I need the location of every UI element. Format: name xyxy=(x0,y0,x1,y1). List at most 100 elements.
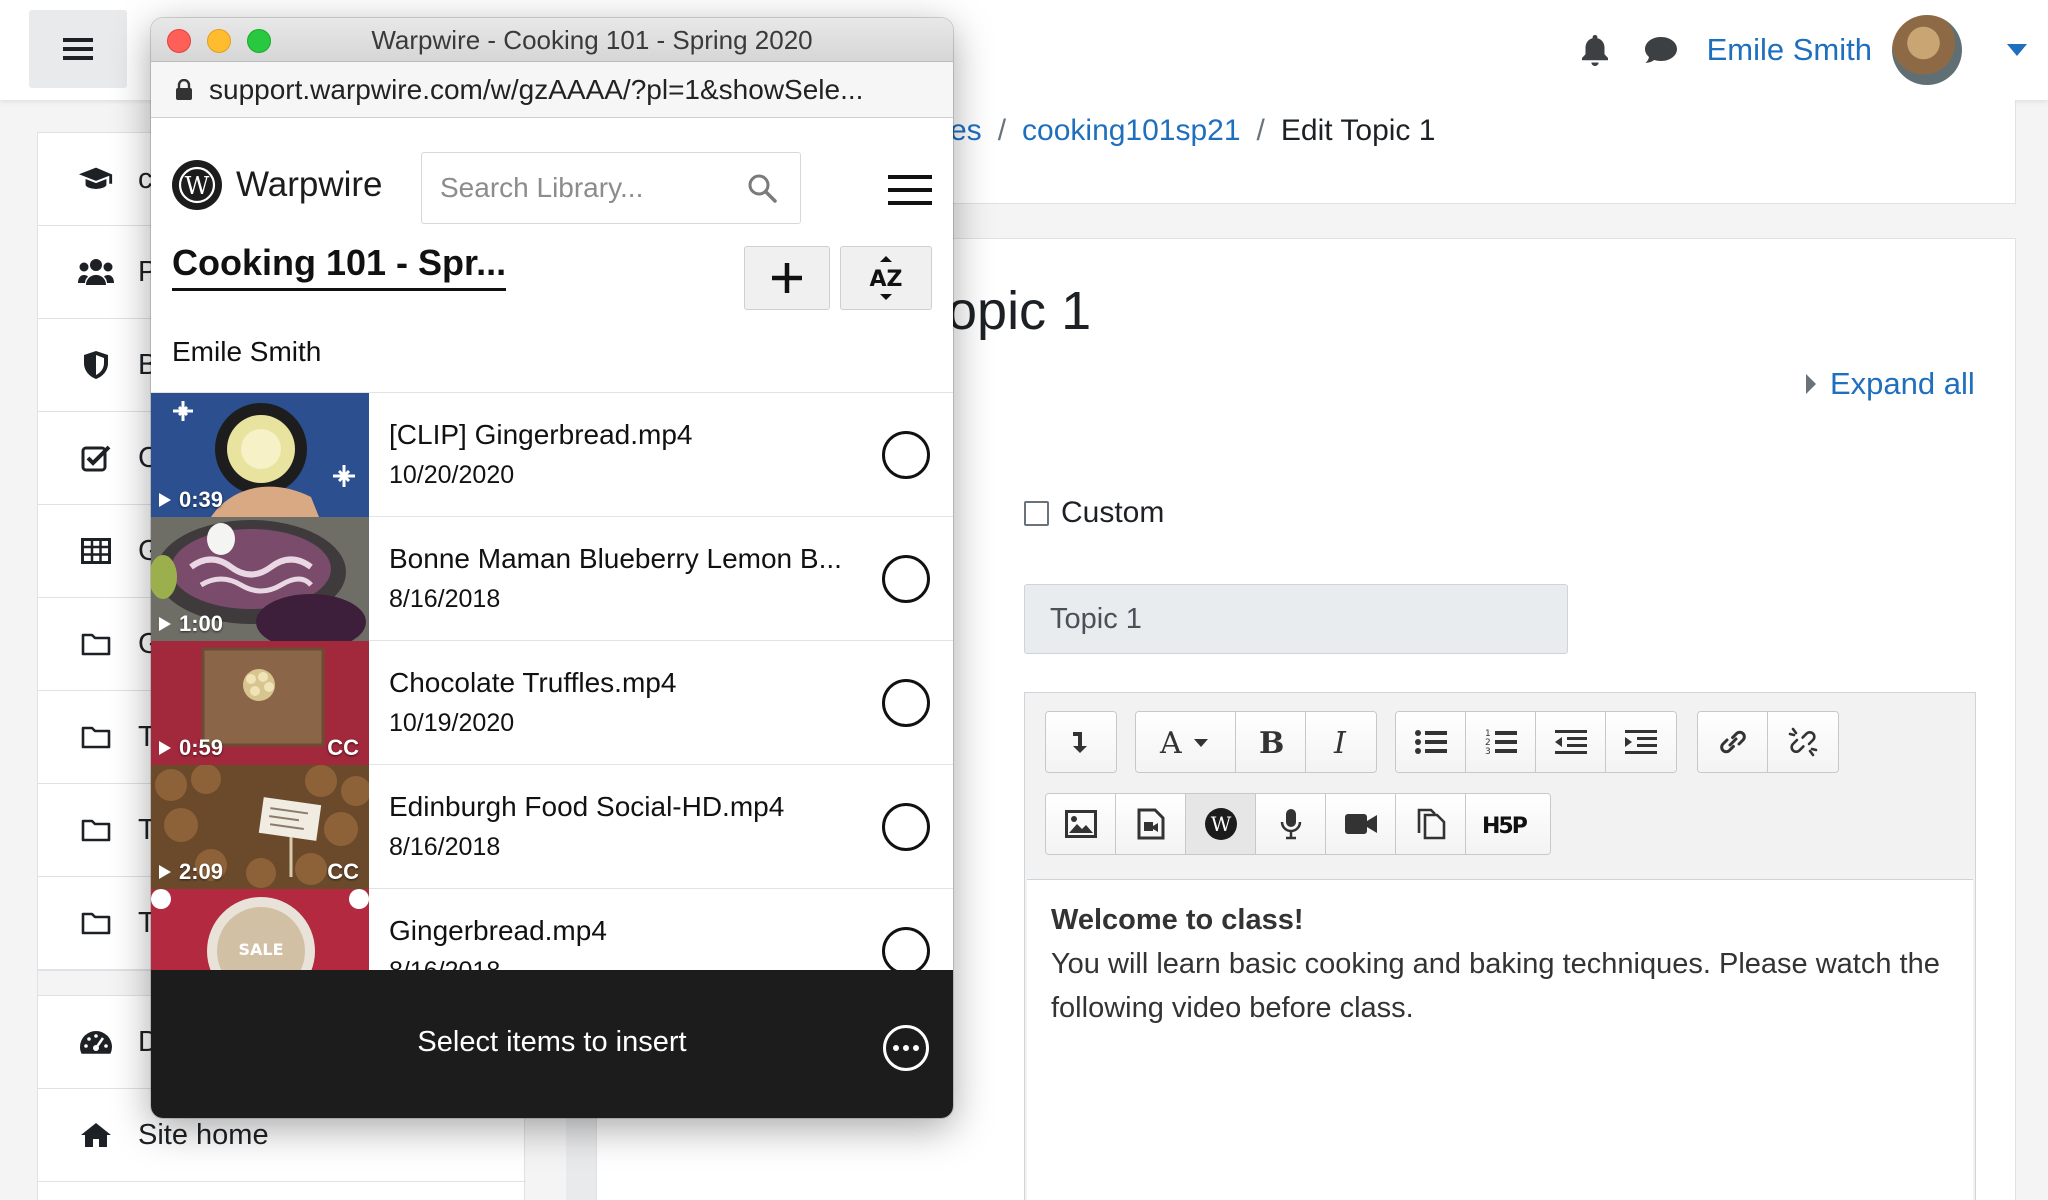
select-radio[interactable] xyxy=(882,927,930,975)
warpwire-button[interactable]: W xyxy=(1186,794,1256,854)
user-name[interactable]: Emile Smith xyxy=(1707,32,1872,68)
library-search-input[interactable] xyxy=(440,172,740,204)
svg-text:A: A xyxy=(1159,727,1182,757)
media-thumbnail[interactable]: 1:00 xyxy=(151,517,369,641)
users-icon xyxy=(78,259,114,285)
folder-icon xyxy=(81,912,111,935)
select-radio[interactable] xyxy=(882,803,930,851)
image-icon xyxy=(1064,810,1097,838)
bold-button[interactable]: B xyxy=(1236,712,1306,772)
indent-button[interactable] xyxy=(1606,712,1676,772)
chat-icon[interactable] xyxy=(1643,35,1679,65)
library-owner: Emile Smith xyxy=(172,336,322,367)
insert-media-button[interactable] xyxy=(1116,794,1186,854)
media-item[interactable]: 1:00 Bonne Maman Blueberry Lemon B... 8/… xyxy=(151,517,953,641)
italic-icon: I xyxy=(1333,727,1347,757)
add-media-button[interactable] xyxy=(744,246,830,310)
microphone-icon xyxy=(1280,809,1301,840)
warpwire-icon: W xyxy=(1204,808,1237,840)
warpwire-popup-window: Warpwire - Cooking 101 - Spring 2020 sup… xyxy=(151,18,953,1118)
ordered-list-button[interactable]: 123 xyxy=(1466,712,1536,772)
thumbnail-image: SALE xyxy=(151,889,369,982)
media-thumbnail[interactable]: 0:59 CC xyxy=(151,641,369,765)
link-button[interactable] xyxy=(1698,712,1768,772)
library-title[interactable]: Cooking 101 - Spr... xyxy=(172,242,507,291)
bullet-list-icon xyxy=(1414,730,1447,754)
editor-content[interactable]: Welcome to class! You will learn basic c… xyxy=(1027,879,1973,1200)
font-style-icon: A xyxy=(1159,727,1208,757)
warpwire-logo[interactable]: W Warpwire xyxy=(172,160,383,210)
outdent-button[interactable] xyxy=(1536,712,1606,772)
duration-text: 0:39 xyxy=(179,487,224,512)
duration-text: 0:59 xyxy=(179,735,224,760)
media-name: Bonne Maman Blueberry Lemon B... xyxy=(389,543,842,574)
svg-text:H5P: H5P xyxy=(1482,814,1528,836)
nav-drawer-toggle-button[interactable] xyxy=(29,10,127,88)
custom-checkbox-row: Custom xyxy=(1024,496,1164,530)
svg-text:3: 3 xyxy=(1485,747,1491,756)
editor-heading: Welcome to class! xyxy=(1051,904,1304,936)
lock-icon xyxy=(176,78,192,100)
custom-label: Custom xyxy=(1061,496,1165,529)
unlink-button[interactable] xyxy=(1768,712,1838,772)
breadcrumb-partial-link[interactable]: es xyxy=(950,114,982,148)
select-radio[interactable] xyxy=(882,431,930,479)
popup-menu-button[interactable] xyxy=(888,174,932,206)
breadcrumb-separator: / xyxy=(1256,114,1265,147)
bell-icon[interactable] xyxy=(1579,33,1611,67)
table-icon xyxy=(81,538,111,564)
chevron-down-icon[interactable] xyxy=(2006,43,2028,57)
media-thumbnail[interactable]: 0:39 xyxy=(151,393,369,517)
shield-icon xyxy=(84,351,108,379)
closed-captions-badge: CC xyxy=(327,859,359,884)
search-icon[interactable] xyxy=(746,172,778,204)
url-bar[interactable]: support.warpwire.com/w/gzAAAA/?pl=1&show… xyxy=(151,62,953,118)
h5p-button[interactable]: H5P xyxy=(1466,794,1550,854)
manage-files-button[interactable] xyxy=(1396,794,1466,854)
duration-text: 2:09 xyxy=(179,859,224,884)
play-icon xyxy=(159,617,171,631)
insert-image-button[interactable] xyxy=(1046,794,1116,854)
media-item[interactable]: 0:59 CC Chocolate Truffles.mp4 10/19/202… xyxy=(151,641,953,765)
play-icon xyxy=(159,865,171,879)
select-radio[interactable] xyxy=(882,555,930,603)
folder-icon xyxy=(81,633,111,656)
svg-text:W: W xyxy=(185,172,210,200)
link-icon xyxy=(1719,730,1746,754)
svg-text:W: W xyxy=(1210,812,1231,836)
media-thumbnail[interactable]: SALE xyxy=(151,889,369,982)
expand-all-label: Expand all xyxy=(1830,366,1975,401)
expand-all-link[interactable]: Expand all xyxy=(1804,366,1975,402)
more-options-button[interactable] xyxy=(883,1025,929,1071)
show-more-buttons[interactable] xyxy=(1046,712,1116,772)
url-text: support.warpwire.com/w/gzAAAA/?pl=1&show… xyxy=(209,73,864,105)
atto-editor: A B I 123 W H5P Welcome to class! You wi… xyxy=(1024,692,1976,1200)
media-item[interactable]: 2:09 CC Edinburgh Food Social-HD.mp4 8/1… xyxy=(151,765,953,889)
unordered-list-button[interactable] xyxy=(1396,712,1466,772)
select-radio[interactable] xyxy=(882,679,930,727)
breadcrumb: es / cooking101sp21 / Edit Topic 1 xyxy=(950,114,1435,148)
video-camera-icon xyxy=(1344,814,1377,834)
brand-name: Warpwire xyxy=(236,165,383,204)
duration-badge: 2:09 xyxy=(159,859,223,885)
media-item[interactable]: SALE Gingerbread.mp4 8/16/2018 xyxy=(151,889,953,982)
breadcrumb-course-link[interactable]: cooking101sp21 xyxy=(1022,114,1241,148)
insert-footer: Select items to insert xyxy=(151,970,953,1118)
record-video-button[interactable] xyxy=(1326,794,1396,854)
window-titlebar: Warpwire - Cooking 101 - Spring 2020 xyxy=(151,18,953,62)
media-name: [CLIP] Gingerbread.mp4 xyxy=(389,419,693,450)
record-audio-button[interactable] xyxy=(1256,794,1326,854)
window-title: Warpwire - Cooking 101 - Spring 2020 xyxy=(371,25,813,55)
outdent-icon xyxy=(1554,730,1587,754)
library-search-box xyxy=(421,152,801,224)
italic-button[interactable]: I xyxy=(1306,712,1376,772)
media-thumbnail[interactable]: 2:09 CC xyxy=(151,765,369,889)
avatar[interactable] xyxy=(1892,15,1962,85)
section-name-field[interactable]: Topic 1 xyxy=(1024,584,1568,654)
custom-checkbox[interactable] xyxy=(1024,500,1049,526)
sort-az-button[interactable]: AZ xyxy=(840,246,932,310)
paragraph-styles-button[interactable]: A xyxy=(1136,712,1236,772)
folder-icon xyxy=(81,819,111,842)
media-item[interactable]: 0:39 [CLIP] Gingerbread.mp4 10/20/2020 xyxy=(151,393,953,517)
hamburger-icon xyxy=(888,175,932,205)
